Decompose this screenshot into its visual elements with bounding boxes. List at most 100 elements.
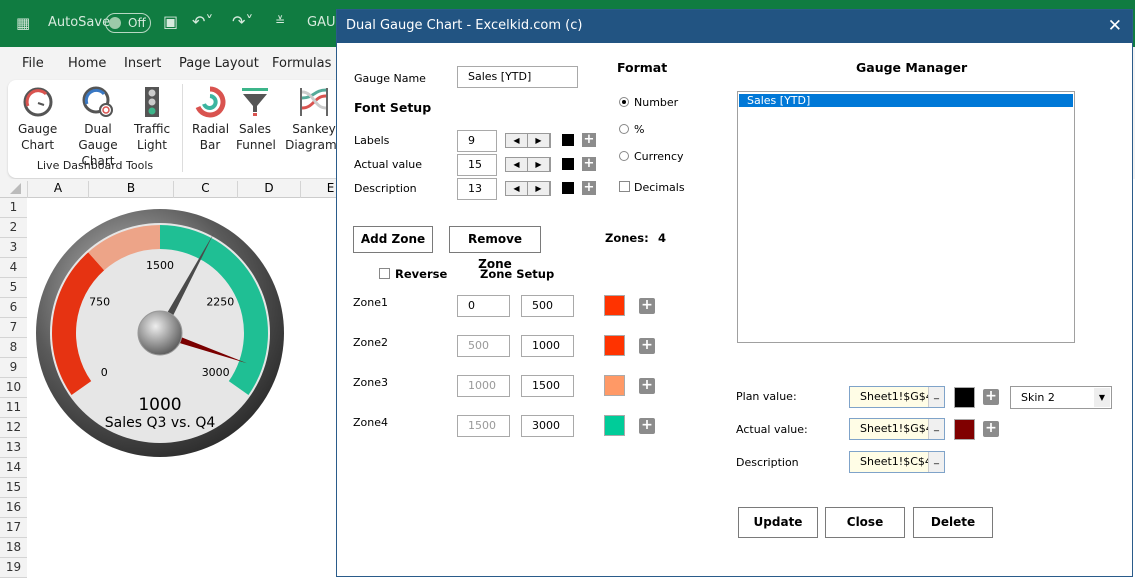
ref-picker-button[interactable]: _ — [928, 387, 944, 407]
menu-insert[interactable]: Insert — [124, 56, 161, 71]
menu-home[interactable]: Home — [68, 56, 106, 71]
row-header-3[interactable]: 3 — [0, 238, 27, 258]
zone-from-input[interactable]: 1500 — [457, 415, 510, 437]
font-size-spinner[interactable]: ◀ ▶ — [505, 157, 551, 172]
row-header-12[interactable]: 12 — [0, 418, 27, 438]
zone-to-input[interactable]: 1500 — [521, 375, 574, 397]
traffic-light-button[interactable]: Traffic Light — [134, 86, 170, 153]
row-header-8[interactable]: 8 — [0, 338, 27, 358]
plan-value-ref-input[interactable]: Sheet1!$G$47 _ — [849, 386, 945, 408]
zone-from-input[interactable]: 0 — [457, 295, 510, 317]
decimals-checkbox[interactable] — [619, 181, 630, 192]
update-button[interactable]: Update — [738, 507, 818, 538]
row-header-15[interactable]: 15 — [0, 478, 27, 498]
zone-color-swatch[interactable] — [604, 375, 625, 396]
close-icon[interactable]: ✕ — [1108, 16, 1122, 36]
gauge-list-item[interactable]: Sales [YTD] — [739, 94, 1073, 107]
row-header-19[interactable]: 19 — [0, 558, 27, 578]
row-header-7[interactable]: 7 — [0, 318, 27, 338]
plan-color-swatch[interactable] — [954, 387, 975, 408]
gauge-name-input[interactable]: Sales [YTD] — [457, 66, 578, 88]
save-icon[interactable]: ▣ — [163, 12, 178, 31]
font-size-input[interactable]: 9 — [457, 130, 497, 152]
row-header-14[interactable]: 14 — [0, 458, 27, 478]
menu-page-layout[interactable]: Page Layout — [179, 56, 259, 71]
chevron-down-icon[interactable]: ▼ — [1094, 388, 1110, 407]
ref-picker-button[interactable]: _ — [928, 419, 944, 439]
gauge-list[interactable]: Sales [YTD] — [737, 91, 1075, 343]
gauge-chart[interactable]: 0 750 1500 2250 3000 1000 Sales Q3 vs. Q4 — [30, 205, 300, 465]
font-size-spinner[interactable]: ◀ ▶ — [505, 181, 551, 196]
select-all-icon[interactable] — [10, 183, 21, 194]
zone-color-plus-button[interactable]: + — [639, 378, 655, 394]
remove-zone-button[interactable]: Remove Zone — [449, 226, 541, 271]
customize-icon[interactable]: ≚ — [275, 14, 285, 28]
zone-from-input[interactable]: 1000 — [457, 375, 510, 397]
actual-color-plus-button[interactable]: + — [983, 421, 999, 437]
add-zone-button[interactable]: Add Zone — [353, 226, 433, 253]
font-size-input[interactable]: 13 — [457, 178, 497, 200]
undo-icon[interactable]: ↶˅ — [192, 12, 213, 31]
font-color-plus-button[interactable]: + — [582, 181, 596, 195]
description-ref-input[interactable]: Sheet1!$C$46 _ — [849, 451, 945, 473]
zone-color-swatch[interactable] — [604, 415, 625, 436]
font-color-plus-button[interactable]: + — [582, 157, 596, 171]
format-radio[interactable] — [619, 151, 629, 161]
column-d[interactable]: D — [237, 181, 300, 198]
row-header-4[interactable]: 4 — [0, 258, 27, 278]
zone-color-swatch[interactable] — [604, 295, 625, 316]
spin-right-icon[interactable]: ▶ — [528, 158, 550, 171]
column-b[interactable]: B — [88, 181, 173, 198]
zone-color-swatch[interactable] — [604, 335, 625, 356]
sales-funnel-button[interactable]: Sales Funnel — [236, 86, 276, 153]
zone-color-plus-button[interactable]: + — [639, 338, 655, 354]
font-size-input[interactable]: 15 — [457, 154, 497, 176]
column-c[interactable]: C — [173, 181, 237, 198]
skin-select[interactable]: Skin 2 ▼ — [1010, 386, 1112, 409]
row-header-17[interactable]: 17 — [0, 518, 27, 538]
spin-right-icon[interactable]: ▶ — [528, 182, 550, 195]
row-header-2[interactable]: 2 — [0, 218, 27, 238]
delete-button[interactable]: Delete — [913, 507, 993, 538]
menu-file[interactable]: File — [22, 56, 44, 71]
zone-to-input[interactable]: 1000 — [521, 335, 574, 357]
row-header-13[interactable]: 13 — [0, 438, 27, 458]
font-color-swatch[interactable] — [562, 158, 574, 170]
row-header-10[interactable]: 10 — [0, 378, 27, 398]
row-header-1[interactable]: 1 — [0, 198, 27, 218]
redo-icon[interactable]: ↷˅ — [232, 12, 253, 31]
row-header-16[interactable]: 16 — [0, 498, 27, 518]
autosave-toggle[interactable]: Off — [105, 13, 151, 33]
font-color-swatch[interactable] — [562, 134, 574, 146]
zone-to-input[interactable]: 500 — [521, 295, 574, 317]
column-a[interactable]: A — [27, 181, 88, 198]
row-header-5[interactable]: 5 — [0, 278, 27, 298]
row-header-6[interactable]: 6 — [0, 298, 27, 318]
format-radio[interactable] — [619, 97, 629, 107]
zone-from-input[interactable]: 500 — [457, 335, 510, 357]
plan-color-plus-button[interactable]: + — [983, 389, 999, 405]
spin-left-icon[interactable]: ◀ — [506, 158, 528, 171]
spin-left-icon[interactable]: ◀ — [506, 182, 528, 195]
zone-color-plus-button[interactable]: + — [639, 418, 655, 434]
format-radio[interactable] — [619, 124, 629, 134]
reverse-checkbox[interactable] — [379, 268, 390, 279]
sankey-diagrams-button[interactable]: Sankey Diagrams — [284, 86, 344, 153]
font-color-plus-button[interactable]: + — [582, 133, 596, 147]
spin-right-icon[interactable]: ▶ — [528, 134, 550, 147]
radial-bar-button[interactable]: Radial Bar — [192, 86, 229, 153]
actual-color-swatch[interactable] — [954, 419, 975, 440]
menu-formulas[interactable]: Formulas — [272, 56, 331, 71]
row-header-18[interactable]: 18 — [0, 538, 27, 558]
dual-gauge-chart-button[interactable]: Dual Gauge Chart — [66, 86, 130, 169]
zone-to-input[interactable]: 3000 — [521, 415, 574, 437]
zone-color-plus-button[interactable]: + — [639, 298, 655, 314]
font-size-spinner[interactable]: ◀ ▶ — [505, 133, 551, 148]
row-header-9[interactable]: 9 — [0, 358, 27, 378]
close-button[interactable]: Close — [825, 507, 905, 538]
font-color-swatch[interactable] — [562, 182, 574, 194]
ref-picker-button[interactable]: _ — [928, 452, 944, 472]
row-header-11[interactable]: 11 — [0, 398, 27, 418]
actual-value-ref-input[interactable]: Sheet1!$G$48 _ — [849, 418, 945, 440]
gauge-chart-button[interactable]: Gauge Chart — [18, 86, 57, 153]
